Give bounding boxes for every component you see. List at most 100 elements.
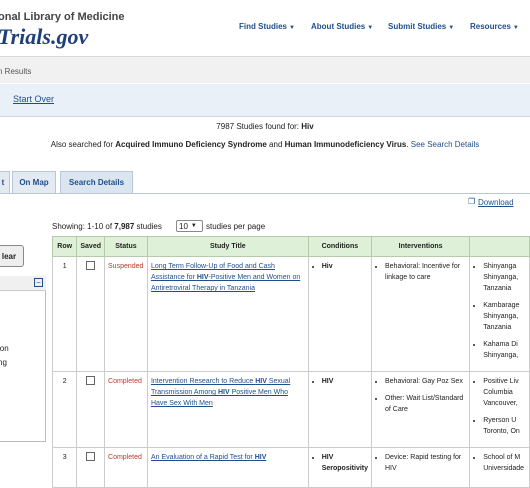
- tab-divider: [0, 193, 530, 194]
- nav-label: Submit Studies: [388, 22, 447, 31]
- row-number: 3: [51, 447, 78, 488]
- per-page-value: 10: [179, 221, 188, 231]
- location-item: Ryerson U Toronto, On: [483, 415, 526, 437]
- location-item: Positive Liv Columbia Vancouver,: [483, 376, 526, 409]
- study-title-link[interactable]: Intervention Research to Reduce HIV Sexu…: [151, 378, 290, 407]
- col-row[interactable]: Row: [51, 236, 78, 257]
- study-title-cell: Long Term Follow-Up of Food and Cash Ass…: [146, 256, 309, 372]
- nav-find-studies[interactable]: Find Studies ▼: [239, 22, 295, 31]
- conditions-cell: HIV Seropositivity: [307, 447, 373, 488]
- location-item: Shinyanga Shinyanga, Tanzania: [483, 261, 526, 294]
- interventions-cell: Device: Rapid testing for HIV: [370, 447, 471, 488]
- per-page-label: studies per page: [206, 222, 266, 231]
- results-toolbar: [0, 84, 530, 117]
- row-number: 1: [51, 256, 78, 372]
- breadcrumb: n Results: [0, 67, 32, 76]
- col-saved[interactable]: Saved: [76, 236, 106, 257]
- download-icon[interactable]: ❐: [468, 197, 475, 206]
- condition-item: Hiv: [322, 261, 368, 272]
- nav-about-studies[interactable]: About Studies ▼: [311, 22, 373, 31]
- save-checkbox[interactable]: [86, 376, 96, 385]
- row-number: 2: [51, 371, 78, 448]
- found-prefix: 7987 Studies found for:: [216, 122, 302, 131]
- study-title-cell: Intervention Research to Reduce HIV Sexu…: [146, 371, 309, 448]
- save-cell: [76, 447, 106, 488]
- study-title-link[interactable]: Long Term Follow-Up of Food and Cash Ass…: [151, 263, 300, 292]
- locations-cell: Positive Liv Columbia Vancouver, Ryerson…: [469, 371, 530, 448]
- nav-submit-studies[interactable]: Submit Studies ▼: [388, 22, 454, 31]
- locations-cell: School of M Universidade: [469, 447, 530, 488]
- nlm-label: onal Library of Medicine: [0, 11, 125, 23]
- status-badge: Suspended: [104, 256, 148, 372]
- chevron-down-icon: ▼: [289, 25, 295, 31]
- location-item: Kahama Di Shinyanga,: [483, 339, 526, 361]
- results-total: 7,987: [114, 222, 135, 231]
- start-over-link[interactable]: Start Over: [13, 94, 54, 104]
- col-status[interactable]: Status: [104, 236, 148, 257]
- site-logo[interactable]: Trials.gov: [0, 24, 88, 50]
- showing-prefix: Showing: 1-10 of: [52, 222, 115, 231]
- nav-label: About Studies: [311, 22, 366, 31]
- table-row: 1 Suspended Long Term Follow-Up of Food …: [51, 256, 530, 372]
- tab-search-details[interactable]: Search Details: [60, 171, 133, 193]
- condition-item: HIV: [322, 376, 368, 387]
- interventions-cell: Behavioral: Gay Poz Sex Other: Wait List…: [370, 371, 471, 448]
- filter-label: ng: [0, 358, 7, 367]
- showing-suffix: studies: [134, 222, 162, 231]
- save-cell: [76, 371, 106, 448]
- collapse-icon[interactable]: −: [34, 278, 43, 287]
- status-badge: Completed: [104, 371, 148, 448]
- chevron-down-icon: ▼: [512, 25, 519, 31]
- studies-found-text: 7987 Studies found for: Hiv: [0, 122, 530, 131]
- title-highlight: HIV: [217, 389, 230, 396]
- nav-resources[interactable]: Resources ▼: [470, 22, 519, 31]
- chevron-down-icon: ▼: [448, 25, 455, 31]
- title-highlight: HIV: [196, 274, 209, 281]
- col-interventions[interactable]: Interventions: [370, 236, 471, 257]
- locations-cell: Shinyanga Shinyanga, Tanzania Kambarage …: [469, 256, 530, 372]
- nav-label: Find Studies: [239, 22, 287, 31]
- intervention-item: Behavioral: Gay Poz Sex: [385, 376, 466, 387]
- conditions-cell: Hiv: [307, 256, 373, 372]
- col-conditions[interactable]: Conditions: [307, 236, 373, 257]
- title-text: An Evaluation of a Rapid Test for: [150, 454, 255, 461]
- download-link[interactable]: Download: [478, 198, 514, 207]
- chevron-down-icon: ▼: [190, 223, 197, 229]
- location-item: School of M Universidade: [483, 452, 526, 474]
- tab-list[interactable]: t: [0, 171, 10, 193]
- also-and: and: [266, 140, 285, 149]
- table-row: 3 Completed An Evaluation of a Rapid Tes…: [51, 447, 530, 488]
- col-study-title[interactable]: Study Title: [146, 236, 309, 257]
- synonym-term: Human Immunodeficiency Virus: [284, 140, 407, 149]
- condition-item: HIV Seropositivity: [322, 452, 368, 474]
- chevron-down-icon: ▼: [367, 25, 374, 31]
- breadcrumb-bar: [0, 57, 530, 83]
- title-text: Intervention Research to Reduce: [150, 378, 256, 385]
- save-checkbox[interactable]: [86, 261, 96, 270]
- search-details-link[interactable]: See Search Details: [411, 140, 479, 149]
- save-cell: [76, 256, 106, 372]
- results-count: Showing: 1-10 of 7,987 studies: [52, 222, 162, 231]
- intervention-item: Behavioral: Incentive for linkage to car…: [385, 261, 466, 283]
- status-badge: Completed: [104, 447, 148, 488]
- intervention-item: Other: Wait List/Standard of Care: [385, 393, 466, 415]
- also-searched-text: Also searched for Acquired Immuno Defici…: [0, 140, 530, 149]
- save-checkbox[interactable]: [86, 452, 96, 461]
- table-row: 2 Completed Intervention Research to Red…: [51, 371, 530, 448]
- clear-button[interactable]: lear: [0, 245, 24, 267]
- synonym-term: Acquired Immuno Deficiency Syndrome: [115, 140, 267, 149]
- table-header-row: Row Saved Status Study Title Conditions …: [51, 236, 530, 257]
- study-title-link[interactable]: An Evaluation of a Rapid Test for HIV: [151, 454, 266, 461]
- conditions-cell: HIV: [307, 371, 373, 448]
- study-title-cell: An Evaluation of a Rapid Test for HIV: [146, 447, 309, 488]
- interventions-cell: Behavioral: Incentive for linkage to car…: [370, 256, 471, 372]
- title-highlight: HIV: [255, 378, 267, 385]
- tab-on-map[interactable]: On Map: [12, 171, 56, 193]
- per-page-select[interactable]: 10 ▼: [176, 220, 203, 232]
- results-table: Row Saved Status Study Title Conditions …: [51, 236, 530, 488]
- also-prefix: Also searched for: [50, 140, 116, 149]
- intervention-item: Device: Rapid testing for HIV: [385, 452, 466, 474]
- location-item: Kambarage Shinyanga, Tanzania: [483, 300, 526, 333]
- col-locations[interactable]: [469, 236, 530, 257]
- nav-label: Resources: [470, 22, 511, 31]
